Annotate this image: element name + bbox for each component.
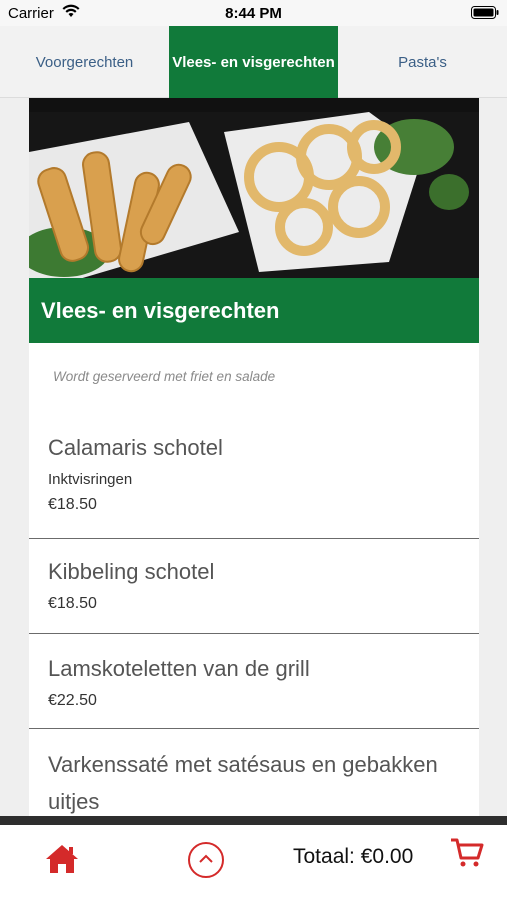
menu-item-description: Inktvisringen <box>48 471 133 488</box>
home-icon[interactable] <box>44 843 80 880</box>
menu-item-name: Varkenssaté met satésaus en gebakken uit… <box>48 752 438 814</box>
menu-content[interactable]: Vlees- en visgerechten Wordt geserveerd … <box>29 98 479 816</box>
menu-item-price: €22.50 <box>48 692 97 709</box>
tab-voorgerechten[interactable]: Voorgerechten <box>0 26 169 98</box>
menu-item-price: €18.50 <box>48 496 97 513</box>
clock: 8:44 PM <box>225 5 282 22</box>
menu-item[interactable]: Kibbeling schotel €18.50 <box>29 539 479 634</box>
section-title: Vlees- en visgerechten <box>29 278 479 343</box>
menu-item[interactable]: Varkenssaté met satésaus en gebakken uit… <box>29 729 479 816</box>
fried-fish-image <box>29 112 479 282</box>
menu-item-name: Calamaris schotel <box>48 435 223 460</box>
bottom-bar: Totaal: €0.00 <box>0 825 507 900</box>
chevron-up-icon <box>199 851 213 869</box>
section-subtitle: Wordt geserveerd met friet en salade <box>53 369 276 384</box>
category-tabs: Voorgerechten Vlees- en visgerechten Pas… <box>0 26 507 98</box>
menu-item-name: Lamskoteletten van de grill <box>48 656 310 681</box>
tab-pastas[interactable]: Pasta's <box>338 26 507 98</box>
bottom-bar-divider <box>0 816 507 825</box>
menu-item-name: Kibbeling schotel <box>48 559 215 584</box>
cart-icon[interactable] <box>450 837 484 874</box>
tab-vlees-en-visgerechten[interactable]: Vlees- en visgerechten <box>169 26 338 98</box>
menu-item[interactable]: Calamaris schotel Inktvisringen €18.50 <box>29 403 479 539</box>
menu-item[interactable]: Lamskoteletten van de grill €22.50 <box>29 634 479 729</box>
status-bar: Carrier 8:44 PM <box>0 0 507 26</box>
section-hero: Vlees- en visgerechten <box>29 98 479 343</box>
battery-icon <box>471 6 499 23</box>
order-total: Totaal: €0.00 <box>293 845 414 868</box>
menu-item-price: €18.50 <box>48 595 97 612</box>
scroll-up-button[interactable] <box>188 842 224 878</box>
